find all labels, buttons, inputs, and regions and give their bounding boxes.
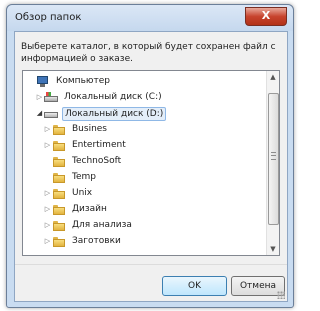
browse-folders-dialog: Обзор папок X Выберете каталог, в которы… (6, 4, 294, 308)
expand-arrow-icon[interactable]: ▷ (43, 138, 52, 153)
scrollbar-thumb[interactable] (268, 93, 279, 225)
resize-grip-icon[interactable] (277, 291, 285, 299)
tree-item-label: Unix (72, 188, 93, 198)
scrollbar-grip-icon (271, 152, 276, 160)
expand-arrow-icon[interactable]: ▷ (43, 234, 52, 249)
folder-tree[interactable]: Компьютер ▷ Локальный диск (C:) ◢ Локальный … (22, 70, 280, 256)
close-icon: X (261, 9, 271, 22)
tree-item-label: Busines (72, 124, 107, 134)
expand-arrow-icon[interactable]: ▷ (43, 186, 52, 201)
folder-icon (52, 124, 66, 135)
tree-item-label: Компьютер (56, 76, 110, 86)
computer-icon (36, 76, 50, 87)
tree-item-label: Локальный диск (D:) (62, 106, 167, 121)
dialog-body: Выберете каталог, в который будет сохран… (14, 31, 288, 302)
scroll-down-icon[interactable]: ▼ (267, 243, 279, 255)
expand-arrow-icon[interactable]: ▷ (43, 218, 52, 233)
tree-item[interactable]: Temp (43, 170, 98, 185)
window-title: Обзор папок (15, 12, 82, 23)
tree-item[interactable]: ▷ Unix (43, 186, 94, 201)
tree-item-label: Для анализа (72, 220, 132, 230)
expand-arrow-icon[interactable]: ▷ (43, 122, 52, 137)
tree-item[interactable]: ▷ Локальный диск (C:) (35, 90, 164, 105)
vertical-scrollbar[interactable]: ▲ ▼ (266, 71, 279, 255)
tree-item-label: TechnoSoft (72, 156, 122, 166)
tree-item-label: Entertiment (72, 140, 126, 150)
folder-icon (52, 220, 66, 231)
tree-item[interactable]: ◢ Локальный диск (D:) (35, 106, 167, 121)
tree-item-label: Temp (72, 172, 96, 182)
folder-icon (52, 188, 66, 199)
tree-item-label: Локальный диск (C:) (64, 92, 162, 102)
folder-icon (52, 140, 66, 151)
expand-arrow-icon[interactable]: ▷ (35, 90, 44, 105)
tree-item-label: Заготовки (72, 236, 121, 246)
drive-icon (44, 92, 58, 103)
tree-item-label: Дизайн (72, 204, 107, 214)
ok-button[interactable]: OK (162, 276, 227, 296)
tree-item[interactable]: Компьютер (27, 74, 112, 89)
tree-item[interactable]: ▷ Entertiment (43, 138, 128, 153)
divider (15, 264, 287, 265)
expanded-arrow-icon[interactable]: ◢ (35, 106, 44, 121)
tree-item[interactable]: ▷ Для анализа (43, 218, 134, 233)
title-bar[interactable]: Обзор папок X (7, 5, 293, 31)
folder-icon (52, 172, 66, 183)
instruction-text: Выберете каталог, в который будет сохран… (21, 42, 276, 64)
tree-item[interactable]: ▷ Заготовки (43, 234, 123, 249)
folder-icon (52, 156, 66, 167)
scroll-up-icon[interactable]: ▲ (267, 71, 279, 83)
drive-icon (44, 108, 58, 119)
close-button[interactable]: X (245, 7, 287, 26)
expand-arrow-icon[interactable]: ▷ (43, 202, 52, 217)
folder-icon (52, 204, 66, 215)
tree-item[interactable]: ▷ Busines (43, 122, 109, 137)
folder-icon (52, 236, 66, 247)
tree-item[interactable]: TechnoSoft (43, 154, 123, 169)
tree-item[interactable]: ▷ Дизайн (43, 202, 109, 217)
